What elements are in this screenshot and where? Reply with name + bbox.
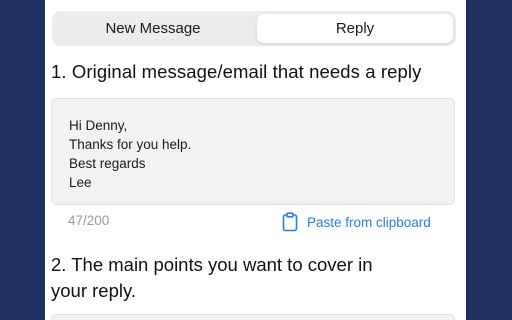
tab-new-message[interactable]: New Message [55,14,251,43]
message-line: Lee [69,175,92,190]
clipboard-icon [282,212,298,232]
paste-from-clipboard-button[interactable]: Paste from clipboard [282,211,431,233]
original-message-heading: 1. Original message/email that needs a r… [51,61,422,82]
message-line: Hi Denny, [69,118,128,133]
reply-form-panel: New Message Reply 1. Original message/em… [45,0,466,320]
message-line: Best regards [69,156,146,171]
heading-line: your reply. [51,280,136,301]
main-points-heading: 2. The main points you want to cover in … [51,252,431,304]
character-counter: 47/200 [68,213,110,228]
paste-button-label: Paste from clipboard [307,214,431,230]
heading-line: 2. The main points you want to cover in [51,254,373,275]
main-points-field[interactable] [51,314,455,320]
message-line: Thanks for you help. [69,137,192,152]
original-message-field[interactable]: Hi Denny, Thanks for you help. Best rega… [51,98,455,205]
mode-segmented-control: New Message Reply [52,11,456,46]
tab-reply[interactable]: Reply [257,14,453,43]
